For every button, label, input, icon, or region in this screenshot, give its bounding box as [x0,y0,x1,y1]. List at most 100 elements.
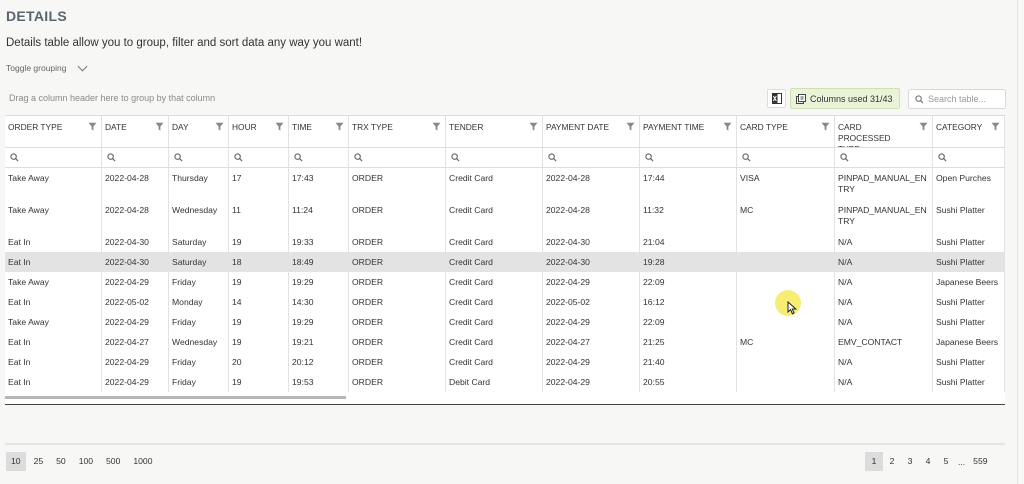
filter-icon[interactable] [723,122,732,134]
table-cell: 17:43 [289,168,349,200]
table-row[interactable]: Eat In 2022-04-29 Friday 19 19:53 ORDER Debit … [5,372,1005,392]
filter-icon[interactable] [529,122,538,134]
table-cell [737,352,835,372]
filter-icon[interactable] [991,122,1000,134]
page-button[interactable]: 5 [937,452,955,471]
column-header[interactable]: PAYMENT DATE [543,116,640,148]
table-cell: 17:44 [640,168,737,200]
table-cell: Friday [169,372,229,392]
column-filter-input[interactable] [229,148,289,168]
page-size-option[interactable]: 500 [101,452,125,471]
page-size-option[interactable]: 25 [29,452,49,471]
table-row[interactable]: Eat In 2022-04-29 Friday 20 20:12 ORDER Credit… [5,352,1005,372]
table-cell: Sushi Platter [933,352,1005,372]
column-filter-input[interactable] [349,148,446,168]
table-cell: Sushi Platter [933,312,1005,332]
filter-icon[interactable] [88,122,97,134]
column-header[interactable]: ORDER TYPE [5,116,102,148]
page-size-option[interactable]: 1000 [128,452,157,471]
table-cell: 2022-04-29 [543,372,640,392]
table-cell: Sushi Platter [933,292,1005,312]
table-row[interactable]: Take Away 2022-04-28 Wednesday 11 11:24 ORDER… [5,200,1005,232]
table-cell: Take Away [5,168,102,200]
table-row[interactable]: Eat In 2022-04-30 Saturday 18 18:49 ORDER Cred… [5,252,1005,272]
filter-icon[interactable] [275,122,284,134]
column-header[interactable]: PAYMENT TIME [640,116,737,148]
table-cell: Sushi Platter [933,200,1005,232]
page-button[interactable]: 1 [865,452,883,471]
mouse-cursor-icon [787,301,797,315]
column-header[interactable]: CARD PROCESSED TYPE [835,116,933,148]
page-size-option[interactable]: 50 [51,452,71,471]
filter-icon[interactable] [432,122,441,134]
search-icon [915,94,924,104]
column-header[interactable]: TENDER [446,116,543,148]
column-header[interactable]: TIME [289,116,349,148]
details-table: ORDER TYPE DATE DAY HOUR TIME TRX TYPE TENDER P… [5,115,1005,405]
column-header[interactable]: HOUR [229,116,289,148]
table-row[interactable]: Take Away 2022-04-28 Thursday 17 17:43 ORDER C… [5,168,1005,200]
column-header[interactable]: CATEGORY [933,116,1005,148]
filter-icon[interactable] [919,122,928,134]
table-cell [737,372,835,392]
column-filter-input[interactable] [737,148,835,168]
column-filter-input[interactable] [169,148,229,168]
table-body: Take Away 2022-04-28 Thursday 17 17:43 ORDER C… [5,168,1005,392]
table-row[interactable]: Eat In 2022-05-02 Monday 14 14:30 ORDER Credit… [5,292,1005,312]
table-cell: 21:04 [640,232,737,252]
page-size-option[interactable]: 100 [74,452,98,471]
table-cell: 2022-04-29 [102,272,169,292]
column-header[interactable]: DAY [169,116,229,148]
table-cell: Credit Card [446,200,543,232]
filter-icon[interactable] [821,122,830,134]
table-cell: 19 [229,312,289,332]
table-cell: ORDER [349,372,446,392]
column-filter-input[interactable] [543,148,640,168]
page-size-option[interactable]: 10 [6,452,26,471]
table-search[interactable] [908,89,1006,109]
column-header-label: TIME [292,122,313,132]
search-icon [107,153,116,162]
table-row[interactable]: Eat In 2022-04-27 Wednesday 19 19:21 ORDER Cre… [5,332,1005,352]
page-button[interactable]: 3 [901,452,919,471]
toggle-grouping[interactable]: Toggle grouping [6,61,87,73]
table-cell: ORDER [349,312,446,332]
column-header[interactable]: DATE [102,116,169,148]
page-button[interactable]: 2 [883,452,901,471]
filter-icon[interactable] [626,122,635,134]
table-search-input[interactable] [928,94,998,104]
group-drop-zone[interactable]: Drag a column header here to group by th… [9,93,215,103]
column-filter-input[interactable] [933,148,1005,168]
table-row[interactable]: Take Away 2022-04-29 Friday 19 19:29 ORDER Cre… [5,312,1005,332]
column-filter-input[interactable] [289,148,349,168]
table-cell: 19 [229,232,289,252]
table-cell: MC [737,200,835,232]
table-row[interactable]: Eat In 2022-04-30 Saturday 19 19:33 ORDER Cred… [5,232,1005,252]
table-cell: Credit Card [446,272,543,292]
column-filter-input[interactable] [835,148,933,168]
page-button[interactable]: 4 [919,452,937,471]
table-cell: 18 [229,252,289,272]
filter-icon[interactable] [215,122,224,134]
export-excel-button[interactable] [767,89,786,108]
columns-used-button[interactable]: Columns used 31/43 [790,88,900,109]
column-header-label: CARD TYPE [740,122,788,132]
column-header[interactable]: CARD TYPE [737,116,835,148]
search-icon [548,153,557,162]
table-cell: 19:28 [640,252,737,272]
table-row[interactable]: Take Away 2022-04-29 Friday 19 19:29 ORDER Cre… [5,272,1005,292]
table-cell: PINPAD_MANUAL_ENTRY [835,168,933,200]
table-cell: 2022-04-30 [543,252,640,272]
table-cell: Eat In [5,252,102,272]
column-filter-input[interactable] [5,148,102,168]
horizontal-scrollbar[interactable] [5,396,346,399]
page-title: DETAILS [6,8,67,24]
column-filter-input[interactable] [640,148,737,168]
column-filter-input[interactable] [102,148,169,168]
filter-icon[interactable] [335,122,344,134]
page-button-last[interactable]: 559 [968,452,992,471]
filter-icon[interactable] [155,122,164,134]
column-header[interactable]: TRX TYPE [349,116,446,148]
table-cell: Credit Card [446,252,543,272]
column-filter-input[interactable] [446,148,543,168]
